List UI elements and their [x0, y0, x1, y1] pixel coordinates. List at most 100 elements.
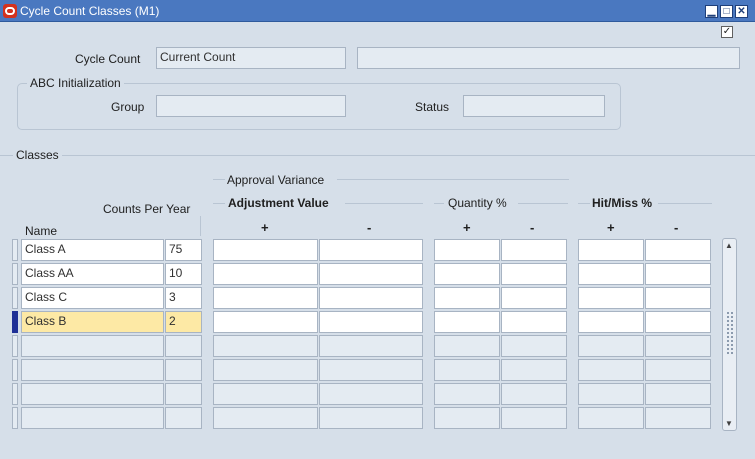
row-indicator[interactable]	[12, 383, 18, 405]
counts-per-year-cell[interactable]	[165, 359, 202, 381]
status-field[interactable]	[463, 95, 605, 117]
class-name-cell[interactable]: Class C	[21, 287, 164, 309]
class-name-cell[interactable]	[21, 383, 164, 405]
quantity-plus-cell[interactable]	[434, 359, 500, 381]
counts-per-year-cell[interactable]	[165, 407, 202, 429]
row-indicator[interactable]	[12, 239, 18, 261]
scroll-down-icon[interactable]: ▼	[725, 419, 733, 428]
quantity-plus-cell[interactable]	[434, 239, 500, 261]
hit-miss-plus-cell[interactable]	[578, 311, 644, 333]
counts-per-year-cell[interactable]: 10	[165, 263, 202, 285]
quantity-minus-cell[interactable]	[501, 263, 567, 285]
class-name-cell[interactable]: Class A	[21, 239, 164, 261]
hit-miss-plus-cell[interactable]	[578, 263, 644, 285]
adjustment-minus-cell[interactable]	[319, 359, 423, 381]
adjustment-minus-cell[interactable]	[319, 239, 423, 261]
row-indicator[interactable]	[12, 359, 18, 381]
cycle-count-label: Cycle Count	[75, 52, 141, 66]
quantity-line-left	[434, 203, 444, 204]
quantity-minus-cell[interactable]	[501, 407, 567, 429]
adjustment-line-right	[345, 203, 423, 204]
scroll-up-icon[interactable]: ▲	[725, 241, 733, 250]
hit-miss-minus-cell[interactable]	[645, 359, 711, 381]
cycle-count-field[interactable]: Current Count	[156, 47, 346, 69]
hit-miss-minus-cell[interactable]	[645, 383, 711, 405]
maximize-icon[interactable]: □	[720, 5, 733, 18]
row-indicator[interactable]	[12, 335, 18, 357]
adjustment-minus-cell[interactable]	[319, 287, 423, 309]
adjustment-plus-cell[interactable]	[213, 407, 318, 429]
adjustment-plus-cell[interactable]	[213, 359, 318, 381]
quantity-minus-cell[interactable]	[501, 383, 567, 405]
hit-miss-minus-cell[interactable]	[645, 239, 711, 261]
hit-miss-minus-cell[interactable]	[645, 311, 711, 333]
row-indicator[interactable]	[12, 407, 18, 429]
minimize-icon[interactable]: ▁	[705, 5, 718, 18]
quantity-line-right	[518, 203, 568, 204]
class-name-cell[interactable]: Class B	[21, 311, 164, 333]
adjustment-minus-cell[interactable]	[319, 407, 423, 429]
quantity-plus-cell[interactable]	[434, 263, 500, 285]
header-checkbox[interactable]: ✓	[721, 26, 733, 38]
adjustment-minus-cell[interactable]	[319, 383, 423, 405]
counts-per-year-cell[interactable]	[165, 383, 202, 405]
class-name-cell[interactable]	[21, 359, 164, 381]
row-indicator[interactable]	[12, 311, 18, 333]
hit-miss-minus-cell[interactable]	[645, 287, 711, 309]
quantity-plus-cell[interactable]	[434, 407, 500, 429]
hit-miss-minus-cell[interactable]	[645, 407, 711, 429]
class-name-cell[interactable]	[21, 335, 164, 357]
adjustment-plus-cell[interactable]	[213, 263, 318, 285]
window-title: Cycle Count Classes (M1)	[20, 4, 160, 18]
scroll-grip[interactable]	[726, 311, 733, 355]
oracle-icon	[3, 4, 17, 18]
hit-miss-plus-cell[interactable]	[578, 359, 644, 381]
quantity-plus-cell[interactable]	[434, 383, 500, 405]
quantity-minus-header: -	[530, 220, 535, 235]
quantity-minus-cell[interactable]	[501, 335, 567, 357]
hit-miss-plus-cell[interactable]	[578, 407, 644, 429]
class-name-cell[interactable]	[21, 407, 164, 429]
window-titlebar[interactable]: Cycle Count Classes (M1) ▁ □ ✕	[0, 0, 755, 22]
adjustment-line-left	[213, 203, 225, 204]
quantity-minus-cell[interactable]	[501, 359, 567, 381]
hit-miss-minus-cell[interactable]	[645, 335, 711, 357]
quantity-plus-cell[interactable]	[434, 311, 500, 333]
hit-miss-plus-cell[interactable]	[578, 287, 644, 309]
adjustment-plus-cell[interactable]	[213, 287, 318, 309]
adjustment-minus-cell[interactable]	[319, 311, 423, 333]
group-label: Group	[111, 100, 145, 114]
quantity-minus-cell[interactable]	[501, 239, 567, 261]
adjustment-minus-cell[interactable]	[319, 263, 423, 285]
approval-variance-line-left	[213, 179, 225, 180]
row-indicator[interactable]	[12, 263, 18, 285]
vertical-scrollbar[interactable]: ▲ ▼	[722, 238, 737, 431]
adjustment-value-header: Adjustment Value	[228, 196, 329, 210]
group-field[interactable]	[156, 95, 346, 117]
row-indicator[interactable]	[12, 287, 18, 309]
counts-per-year-cell[interactable]: 75	[165, 239, 202, 261]
approval-variance-header: Approval Variance	[227, 173, 325, 187]
quantity-plus-cell[interactable]	[434, 335, 500, 357]
hit-miss-plus-cell[interactable]	[578, 335, 644, 357]
adjustment-plus-cell[interactable]	[213, 383, 318, 405]
hit-miss-minus-header: -	[674, 220, 679, 235]
close-icon[interactable]: ✕	[735, 5, 748, 18]
class-name-cell[interactable]: Class AA	[21, 263, 164, 285]
adjustment-plus-cell[interactable]	[213, 311, 318, 333]
adjustment-minus-cell[interactable]	[319, 335, 423, 357]
counts-per-year-cell[interactable]	[165, 335, 202, 357]
adjustment-plus-cell[interactable]	[213, 335, 318, 357]
hit-miss-plus-cell[interactable]	[578, 383, 644, 405]
adjustment-plus-cell[interactable]	[213, 239, 318, 261]
quantity-minus-cell[interactable]	[501, 311, 567, 333]
quantity-plus-cell[interactable]	[434, 287, 500, 309]
counts-per-year-cell[interactable]: 2	[165, 311, 202, 333]
hit-miss-plus-cell[interactable]	[578, 239, 644, 261]
cycle-count-description-field[interactable]	[357, 47, 740, 69]
classes-section-title: Classes	[13, 148, 62, 162]
name-header: Name	[25, 224, 58, 238]
counts-per-year-cell[interactable]: 3	[165, 287, 202, 309]
hit-miss-minus-cell[interactable]	[645, 263, 711, 285]
quantity-minus-cell[interactable]	[501, 287, 567, 309]
